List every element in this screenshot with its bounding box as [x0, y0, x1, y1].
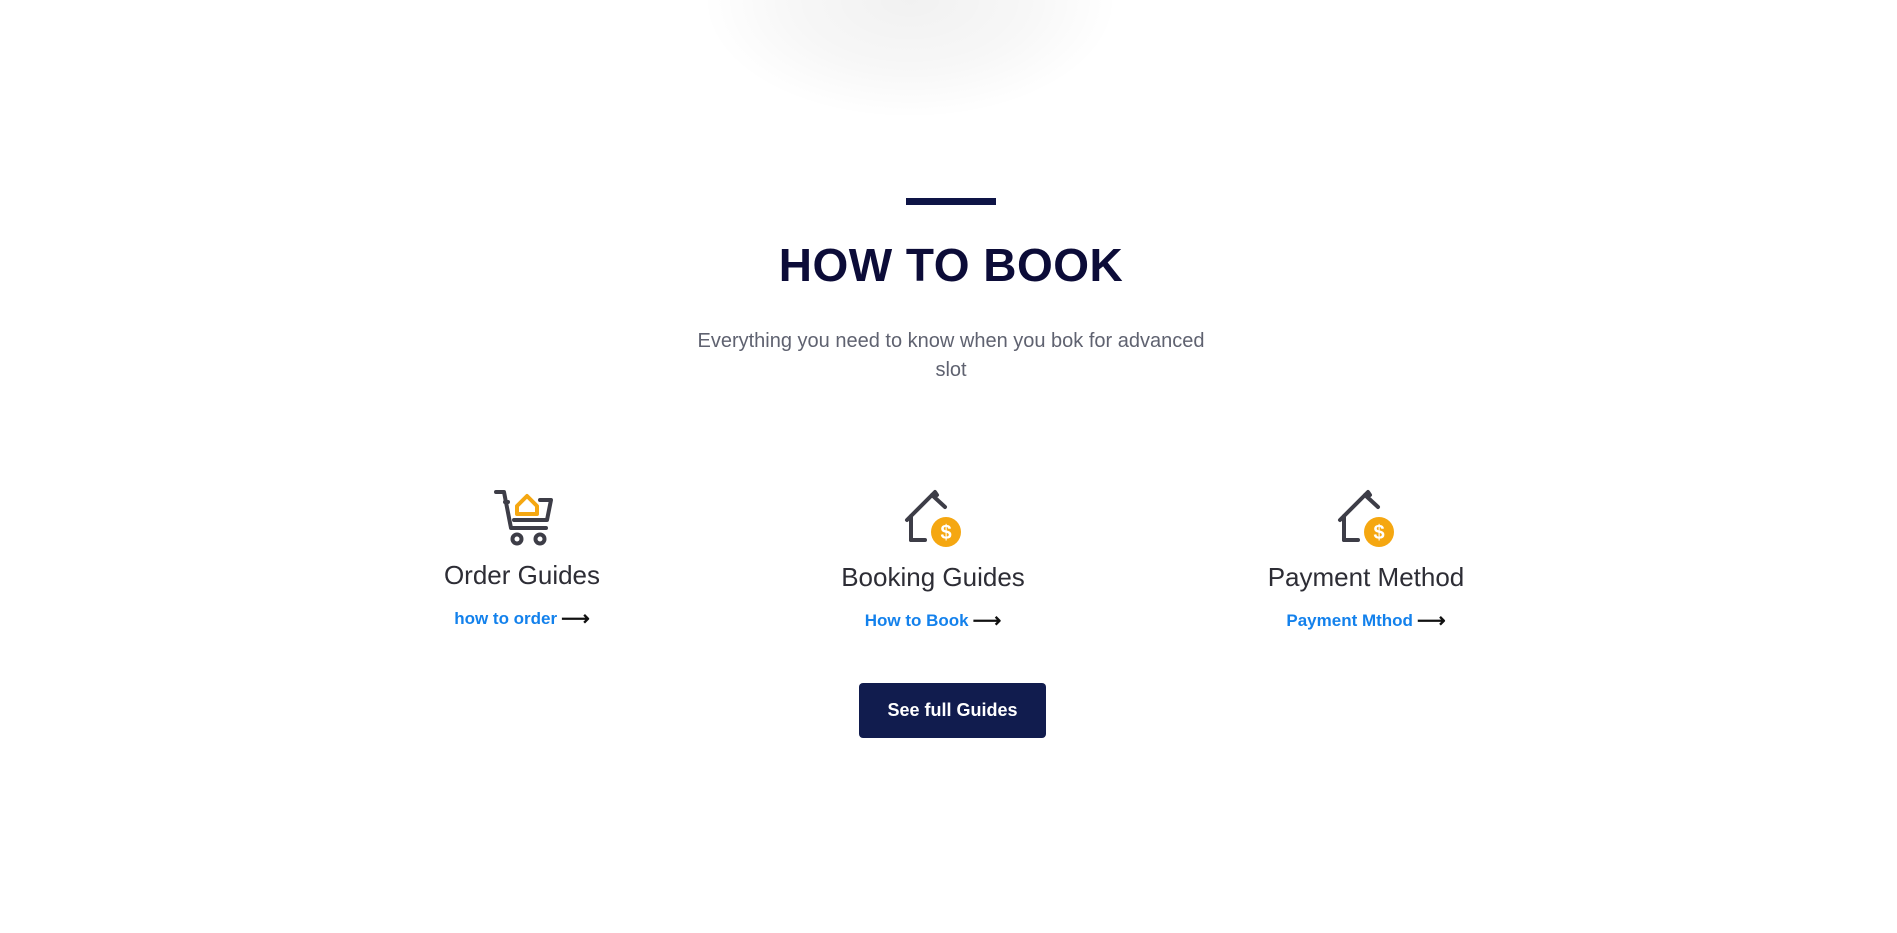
house-dollar-icon: $: [901, 486, 971, 556]
section-subtitle: Everything you need to know when you bok…: [697, 330, 1205, 381]
link-label: Payment Mthod: [1286, 611, 1413, 630]
link-label: how to order: [454, 609, 558, 628]
cart-house-icon: [490, 484, 560, 554]
heading-accent-bar: [906, 198, 996, 205]
guide-card-booking: $ Booking Guides How to Book ⟶: [763, 480, 1103, 640]
payment-method-link[interactable]: Payment Mthod ⟶: [1196, 608, 1536, 633]
svg-text:$: $: [940, 522, 951, 544]
arrow-right-icon: ⟶: [1416, 610, 1446, 632]
decorative-shadow: [700, 0, 1120, 120]
card-title-order: Order Guides: [443, 560, 601, 590]
see-full-guides-button[interactable]: See full Guides: [859, 683, 1046, 738]
how-to-order-link[interactable]: how to order ⟶: [352, 606, 692, 631]
how-to-book-link[interactable]: How to Book ⟶: [763, 608, 1103, 633]
arrow-right-icon: ⟶: [561, 608, 590, 630]
page: HOW TO BOOK Everything you need to know …: [0, 0, 1897, 933]
section-heading: HOW TO BOOK: [778, 239, 1124, 291]
guide-card-payment: $ Payment Method Payment Mthod ⟶: [1196, 480, 1536, 640]
guide-card-order: Order Guides how to order ⟶: [352, 480, 692, 640]
svg-text:$: $: [1373, 522, 1384, 544]
arrow-right-icon: ⟶: [972, 610, 1002, 632]
card-title-payment: Payment Method: [1267, 562, 1465, 592]
link-label: How to Book: [864, 611, 969, 630]
house-dollar-icon: $: [1334, 486, 1404, 556]
card-title-booking: Booking Guides: [841, 562, 1025, 592]
